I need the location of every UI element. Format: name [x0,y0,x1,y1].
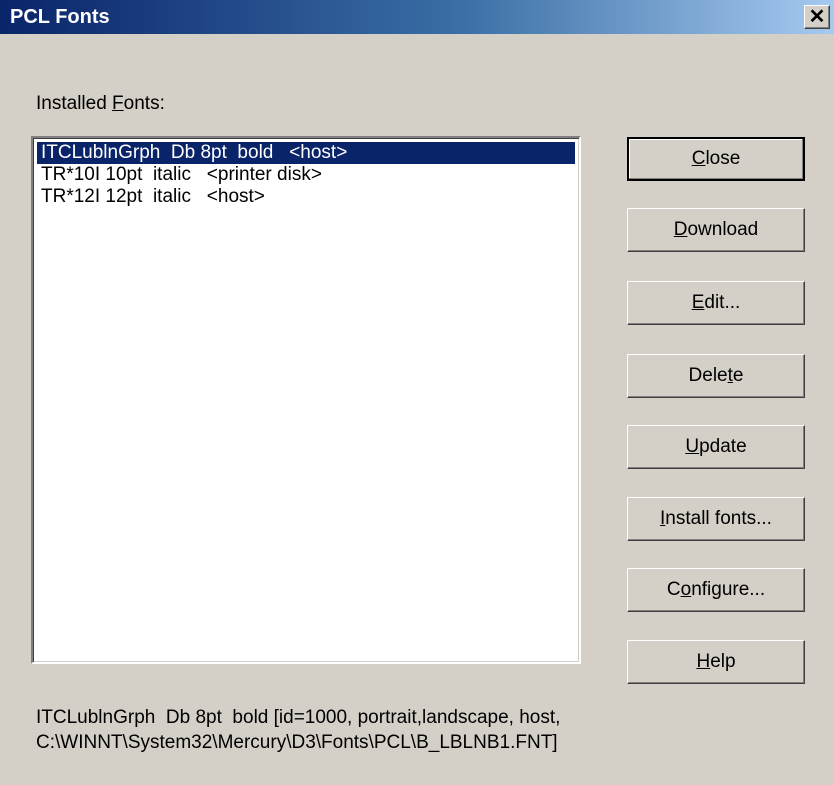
installed-fonts-label-after: onts: [123,93,165,114]
configure-button-after: nfigure... [691,579,766,600]
font-list-item-2[interactable]: TR*10I 10pt italic <printer disk> [37,164,575,186]
edit-button[interactable]: Edit... [627,281,805,325]
installed-fonts-label-accel: F [112,93,124,114]
installed-fonts-label-before: Installed [36,93,113,114]
title-bar[interactable]: PCL Fonts ✕ [0,0,834,34]
close-window-button[interactable]: ✕ [804,5,830,29]
edit-button-after: dit... [704,292,741,313]
install-fonts-button[interactable]: Install fonts... [627,497,805,541]
font-details-line-1: ITCLublnGrph Db 8pt bold [id=1000, portr… [36,707,561,728]
help-button-after: elp [710,651,736,672]
installed-fonts-label: Installed Fonts: [36,93,165,115]
update-button[interactable]: Update [627,425,805,469]
font-list-item-3[interactable]: TR*12I 12pt italic <host> [37,186,575,208]
download-button[interactable]: Download [627,208,805,252]
help-button-accel: H [696,651,711,672]
update-button-accel: U [685,436,700,457]
download-button-accel: D [673,219,688,240]
window-title: PCL Fonts [10,6,110,28]
configure-button[interactable]: Co nfigure... [627,568,805,612]
close-button[interactable]: Close [627,137,805,181]
install-fonts-button-after: nstall fonts... [665,508,772,529]
delete-button-before: Dele [688,365,728,386]
help-button[interactable]: Help [627,640,805,684]
configure-button-accel: o [680,579,692,600]
delete-button-after: e [732,365,744,386]
configure-button-before: C [666,579,681,600]
edit-button-accel: E [691,292,705,313]
font-details-line-2: C:\WINNT\System32\Mercury\D3\Fonts\PCL\B… [36,732,558,753]
delete-button[interactable]: Dele t e [627,354,805,398]
close-button-accel: C [691,148,706,169]
close-icon: ✕ [808,6,826,28]
download-button-after: ownload [687,219,759,240]
font-list-item-1[interactable]: ITCLublnGrph Db 8pt bold <host> [37,142,575,164]
update-button-after: pdate [699,436,747,457]
close-button-after: lose [705,148,741,169]
installed-fonts-listbox[interactable]: ITCLublnGrph Db 8pt bold <host> TR*10I 1… [31,136,581,664]
